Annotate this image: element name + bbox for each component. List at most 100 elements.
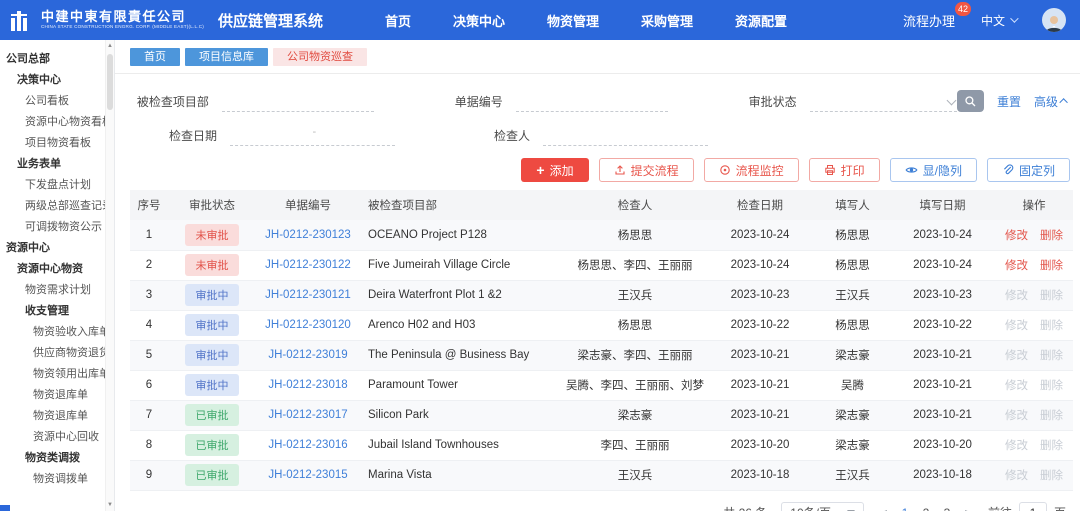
sidebar-menu-item[interactable]: 资源中心物资看板 xyxy=(0,112,105,133)
edit-link[interactable]: 修改 xyxy=(1005,440,1028,452)
sidebar-menu-item[interactable]: 下发盘点计划 xyxy=(0,175,105,196)
add-button[interactable]: + 添加 xyxy=(521,158,589,182)
approval-status-select[interactable] xyxy=(809,90,957,112)
writer-name: 梁志豪 xyxy=(815,400,890,431)
col-approval-status: 审批状态 xyxy=(168,190,256,220)
page-size-select[interactable]: 10条/页 xyxy=(781,501,864,511)
tab-home[interactable]: 首页 xyxy=(130,48,180,66)
company-name-en: CHINA STATE CONSTRUCTION ENGRG. CORP. (M… xyxy=(41,24,204,30)
tab-project-info-library[interactable]: 项目信息库 xyxy=(185,48,268,66)
scrollbar-thumb[interactable] xyxy=(107,54,113,110)
inspector-input[interactable] xyxy=(543,124,708,146)
nav-material-mgmt[interactable]: 物资管理 xyxy=(547,11,599,30)
edit-link[interactable]: 修改 xyxy=(1005,380,1028,392)
sidebar-menu-item[interactable]: 物资退库单 xyxy=(0,385,105,406)
delete-link[interactable]: 删除 xyxy=(1040,410,1063,422)
doc-number-input[interactable] xyxy=(515,90,668,112)
search-button[interactable] xyxy=(956,90,984,112)
table-row: 3 审批中 JH-0212-230121 Deira Waterfront Pl… xyxy=(130,280,1073,311)
project-name: Paramount Tower xyxy=(360,370,565,401)
print-button[interactable]: 打印 xyxy=(808,158,880,182)
delete-link[interactable]: 删除 xyxy=(1040,470,1063,482)
inspected-project-input[interactable] xyxy=(221,90,374,112)
edit-link[interactable]: 修改 xyxy=(1005,410,1028,422)
sidebar-menu-item[interactable]: 物资类调拨 xyxy=(0,448,105,469)
sidebar-menu-item[interactable]: 物资调拨单 xyxy=(0,469,105,490)
sidebar-scrollbar[interactable]: ▲ ▼ xyxy=(105,40,114,511)
edit-link[interactable]: 修改 xyxy=(1005,230,1028,242)
inspect-date: 2023-10-22 xyxy=(705,310,815,341)
sidebar-menu-item[interactable]: 物资退库单 xyxy=(0,406,105,427)
user-avatar[interactable] xyxy=(1042,8,1066,32)
sidebar-menu-item[interactable]: 两级总部巡查记录 xyxy=(0,196,105,217)
delete-link[interactable]: 删除 xyxy=(1040,380,1063,392)
sidebar-menu-item[interactable]: 资源中心物资 xyxy=(0,259,105,280)
delete-link[interactable]: 删除 xyxy=(1040,440,1063,452)
doc-number-link[interactable]: JH-0212-23016 xyxy=(268,439,347,451)
status-badge: 已审批 xyxy=(185,404,239,426)
advanced-toggle[interactable]: 高级 xyxy=(1034,93,1068,110)
doc-number-link[interactable]: JH-0212-230123 xyxy=(265,229,351,241)
delete-link[interactable]: 删除 xyxy=(1040,260,1063,272)
scroll-up-icon[interactable]: ▲ xyxy=(106,43,114,49)
tab-company-material-inspection[interactable]: 公司物资巡查 xyxy=(273,48,367,66)
nav-decision-center[interactable]: 决策中心 xyxy=(453,11,505,30)
process-monitor-button[interactable]: 流程监控 xyxy=(703,158,799,182)
language-switcher[interactable]: 中文 xyxy=(981,12,1019,29)
submit-process-button[interactable]: 提交流程 xyxy=(598,158,694,182)
delete-link[interactable]: 删除 xyxy=(1040,320,1063,332)
edit-link[interactable]: 修改 xyxy=(1005,320,1028,332)
goto-page-input[interactable] xyxy=(1018,501,1047,511)
sidebar-menu-item[interactable]: 物资验收入库单 xyxy=(0,322,105,343)
nav-resource-config[interactable]: 资源配置 xyxy=(735,11,787,30)
pin-columns-button[interactable]: 固定列 xyxy=(986,158,1070,182)
nav-home[interactable]: 首页 xyxy=(385,11,411,30)
inspect-date-range-input[interactable]: - xyxy=(230,124,395,146)
doc-number-link[interactable]: JH-0212-23018 xyxy=(268,379,347,391)
doc-number-link[interactable]: JH-0212-230122 xyxy=(265,259,351,271)
nav-procurement-mgmt[interactable]: 采购管理 xyxy=(641,11,693,30)
sidebar-menu-item[interactable]: 公司看板 xyxy=(0,91,105,112)
doc-number-link[interactable]: JH-0212-23015 xyxy=(268,469,347,481)
sidebar-menu-item[interactable]: 业务表单 xyxy=(0,154,105,175)
process-todo-link[interactable]: 流程办理 42 xyxy=(903,1,971,30)
page-2-button[interactable]: 2 xyxy=(920,506,932,511)
edit-link[interactable]: 修改 xyxy=(1005,350,1028,362)
sidebar-menu-item[interactable]: 物资领用出库单 xyxy=(0,364,105,385)
sidebar-menu-item[interactable]: 供应商物资退货单 xyxy=(0,343,105,364)
sidebar-menu-item[interactable]: 决策中心 xyxy=(0,70,105,91)
page-3-button[interactable]: 3 xyxy=(941,506,953,511)
sidebar-menu-item[interactable]: 收支管理 xyxy=(0,301,105,322)
row-actions: 修改 删除 xyxy=(995,220,1073,251)
doc-number-link[interactable]: JH-0212-23019 xyxy=(268,349,347,361)
status-badge: 审批中 xyxy=(185,284,239,306)
sidebar-menu-item[interactable]: 项目物资看板 xyxy=(0,133,105,154)
edit-link[interactable]: 修改 xyxy=(1005,290,1028,302)
scroll-down-icon[interactable]: ▼ xyxy=(106,502,114,508)
page-1-button[interactable]: 1 xyxy=(899,506,911,511)
paperclip-icon xyxy=(1003,164,1014,175)
show-hide-columns-button[interactable]: 显/隐列 xyxy=(889,158,977,182)
row-actions: 修改 删除 xyxy=(995,280,1073,311)
action-toolbar: + 添加 提交流程 流程监控 打印 显/隐列 固定列 xyxy=(115,156,1080,190)
next-page-button[interactable]: > xyxy=(962,506,974,511)
sidebar-menu-item[interactable]: 资源中心回收 xyxy=(0,427,105,448)
delete-link[interactable]: 删除 xyxy=(1040,290,1063,302)
edit-link[interactable]: 修改 xyxy=(1005,470,1028,482)
delete-link[interactable]: 删除 xyxy=(1040,350,1063,362)
sidebar-menu-item[interactable]: 资源中心 xyxy=(0,238,105,259)
col-inspected-project: 被检查项目部 xyxy=(360,190,565,220)
writer-name: 杨思思 xyxy=(815,310,890,341)
doc-number-link[interactable]: JH-0212-230120 xyxy=(265,319,351,331)
writer-name: 吴腾 xyxy=(815,370,890,401)
plus-icon: + xyxy=(536,162,545,178)
doc-number-link[interactable]: JH-0212-230121 xyxy=(265,289,351,301)
sidebar-menu-item[interactable]: 公司总部 xyxy=(0,49,105,70)
edit-link[interactable]: 修改 xyxy=(1005,260,1028,272)
delete-link[interactable]: 删除 xyxy=(1040,230,1063,242)
prev-page-button[interactable]: < xyxy=(878,506,890,511)
sidebar-menu-item[interactable]: 物资需求计划 xyxy=(0,280,105,301)
sidebar-menu-item[interactable]: 可调拨物资公示 xyxy=(0,217,105,238)
doc-number-link[interactable]: JH-0212-23017 xyxy=(268,409,347,421)
reset-button[interactable]: 重置 xyxy=(997,93,1021,110)
